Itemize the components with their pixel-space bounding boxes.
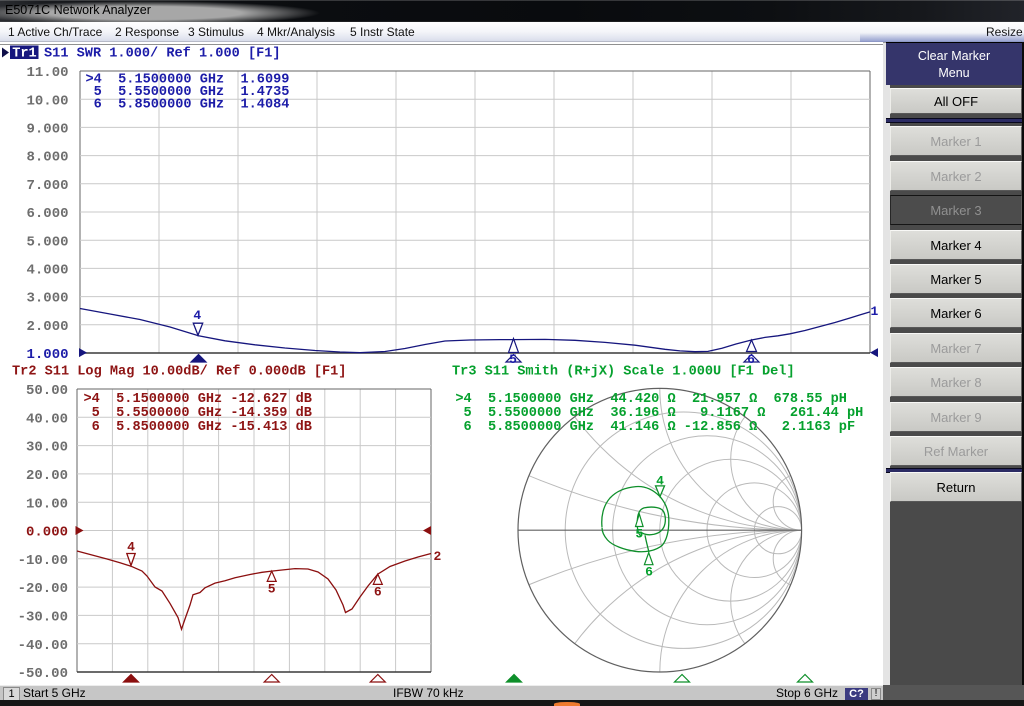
svg-text:6: 6 <box>374 585 382 600</box>
svg-text:6: 6 <box>645 564 653 579</box>
svg-text:50.00: 50.00 <box>26 383 68 399</box>
svg-text:S11 SWR 1.000/ Ref 1.000 [F1]: S11 SWR 1.000/ Ref 1.000 [F1] <box>44 46 281 61</box>
svg-text:2: 2 <box>434 549 442 564</box>
svg-text:20.00: 20.00 <box>26 468 68 484</box>
svg-text:5 5.5500000 GHz 36.196 Ω 9: 5 5.5500000 GHz 36.196 Ω 9.1167 Ω 261.44… <box>455 406 863 421</box>
svg-text:>4 5.1500000 GHz 44.420 Ω 2: >4 5.1500000 GHz 44.420 Ω 21.957 Ω 678.5… <box>455 392 847 407</box>
svg-text:1: 1 <box>871 304 879 319</box>
svg-text:5: 5 <box>635 527 643 542</box>
svg-text:40.00: 40.00 <box>26 411 68 427</box>
svg-text:5.000: 5.000 <box>26 234 68 250</box>
svg-text:2.000: 2.000 <box>26 319 68 335</box>
svg-text:Tr2 S11 Log Mag 10.00dB/ Ref 0: Tr2 S11 Log Mag 10.00dB/ Ref 0.000dB [F1… <box>12 365 346 380</box>
svg-text:9.000: 9.000 <box>26 122 68 138</box>
svg-text:4: 4 <box>127 540 135 555</box>
svg-text:0.000: 0.000 <box>26 525 68 541</box>
svg-text:1.000: 1.000 <box>26 347 68 363</box>
svg-text:5 5.5500000 GHz -14.359 dB: 5 5.5500000 GHz -14.359 dB <box>84 406 312 421</box>
svg-text:6 5.8500000 GHz 41.146 Ω -12: 6 5.8500000 GHz 41.146 Ω -12.856 Ω 2.116… <box>455 420 855 435</box>
svg-text:6: 6 <box>747 352 755 367</box>
svg-text:6 5.8500000 GHz -15.413 dB: 6 5.8500000 GHz -15.413 dB <box>84 420 312 435</box>
svg-text:5: 5 <box>509 352 517 367</box>
svg-text:-40.00: -40.00 <box>18 638 68 654</box>
svg-text:Tr1: Tr1 <box>12 46 36 61</box>
svg-text:6.000: 6.000 <box>26 206 68 222</box>
svg-text:-20.00: -20.00 <box>18 581 68 597</box>
svg-text:-30.00: -30.00 <box>18 610 68 626</box>
svg-text:4: 4 <box>656 474 664 489</box>
svg-text:7.000: 7.000 <box>26 178 68 194</box>
svg-text:-50.00: -50.00 <box>18 666 68 682</box>
svg-text:>4 5.1500000 GHz -12.627 dB: >4 5.1500000 GHz -12.627 dB <box>84 392 312 407</box>
svg-text:Tr3 S11 Smith (R+jX) Scale 1.0: Tr3 S11 Smith (R+jX) Scale 1.000U [F1 De… <box>452 365 795 380</box>
svg-text:11.00: 11.00 <box>26 65 68 81</box>
svg-text:30.00: 30.00 <box>26 440 68 456</box>
svg-text:6 5.8500000 GHz 1.4084: 6 5.8500000 GHz 1.4084 <box>86 98 290 113</box>
svg-text:8.000: 8.000 <box>26 150 68 166</box>
svg-text:10.00: 10.00 <box>26 496 68 512</box>
svg-text:4.000: 4.000 <box>26 263 68 279</box>
svg-text:4: 4 <box>193 308 201 323</box>
svg-text:5: 5 <box>268 582 276 597</box>
svg-text:-10.00: -10.00 <box>18 553 68 569</box>
svg-text:3.000: 3.000 <box>26 291 68 307</box>
svg-text:10.00: 10.00 <box>26 93 68 109</box>
